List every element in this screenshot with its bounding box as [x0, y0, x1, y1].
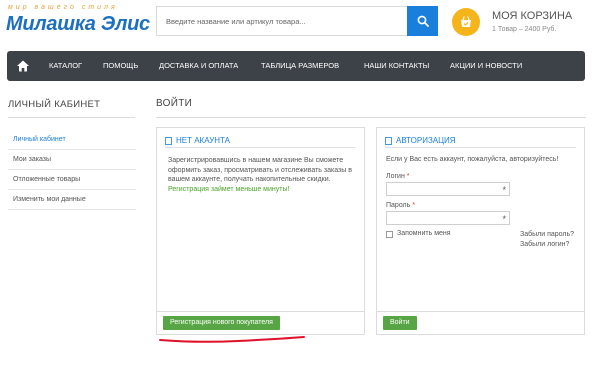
password-label: Пароль *: [386, 202, 415, 209]
logo-name: Милашка Элис: [6, 13, 150, 35]
search-bar: [156, 6, 438, 36]
cart-button[interactable]: [452, 8, 480, 36]
register-panel-footer: Регистрация нового покупателя: [157, 311, 364, 334]
register-highlight: Регистрация займет меньше минуты!: [168, 185, 290, 193]
login-label-text: Логин: [386, 173, 405, 180]
page-title-divider: [156, 117, 586, 118]
register-description: Зарегистрировавшись в нашем магазине Вы …: [168, 156, 358, 194]
password-field-mark: *: [502, 214, 506, 224]
register-panel-header: НЕТ АКАУНТА: [165, 136, 356, 148]
login-label: Логин *: [386, 173, 410, 180]
register-button[interactable]: Регистрация нового покупателя: [163, 316, 280, 330]
login-intro: Если у Вас есть аккаунт, пожалуйста, авт…: [386, 156, 559, 163]
login-field-mark: *: [502, 185, 506, 195]
document-icon: [165, 137, 172, 145]
required-mark: *: [406, 173, 410, 180]
password-label-text: Пароль: [386, 202, 411, 209]
register-text: Зарегистрировавшись в нашем магазине Вы …: [168, 157, 352, 183]
register-panel: НЕТ АКАУНТА Зарегистрировавшись в нашем …: [156, 127, 365, 335]
logo-tagline: мир вашего стиля: [8, 4, 118, 11]
search-input[interactable]: [157, 7, 407, 35]
home-icon[interactable]: [16, 59, 30, 73]
login-button[interactable]: Войти: [383, 316, 417, 330]
main-nav: КАТАЛОГ ПОМОЩЬ ДОСТАВКА И ОПЛАТА ТАБЛИЦА…: [7, 51, 585, 81]
nav-delivery[interactable]: ДОСТАВКА И ОПЛАТА: [159, 51, 238, 81]
forgot-login-link[interactable]: Забыли логин?: [520, 241, 569, 248]
nav-help[interactable]: ПОМОЩЬ: [103, 51, 138, 81]
login-panel-footer: Войти: [377, 311, 584, 334]
login-heading: АВТОРИЗАЦИЯ: [396, 136, 456, 145]
annotation-underline: [159, 336, 305, 343]
document-icon: [385, 137, 392, 145]
login-panel-header: АВТОРИЗАЦИЯ: [385, 136, 576, 148]
register-heading: НЕТ АКАУНТА: [176, 136, 231, 145]
sidebar-divider: [8, 117, 135, 118]
sidebar-title: ЛИЧНЫЙ КАБИНЕТ: [8, 99, 101, 110]
cart-title[interactable]: МОЯ КОРЗИНА: [492, 10, 572, 22]
remember-me-label[interactable]: Запомнить меня: [397, 230, 451, 237]
nav-size-table[interactable]: ТАБЛИЦА РАЗМЕРОВ: [261, 51, 339, 81]
nav-promotions[interactable]: АКЦИИ И НОВОСТИ: [450, 51, 522, 81]
login-input[interactable]: *: [386, 182, 510, 196]
site-logo[interactable]: мир вашего стиля Милашка Элис: [6, 4, 150, 44]
cart-summary: 1 Товар – 2400 Руб.: [492, 26, 557, 33]
search-icon: [417, 15, 429, 27]
remember-me-checkbox[interactable]: [386, 231, 393, 238]
required-mark: *: [412, 202, 415, 209]
login-panel: АВТОРИЗАЦИЯ Если у Вас есть аккаунт, пож…: [376, 127, 585, 335]
sidebar-item-saved[interactable]: Отложенные товары: [8, 170, 136, 190]
sidebar-item-orders[interactable]: Мои заказы: [8, 150, 136, 170]
page-title: ВОЙТИ: [156, 98, 193, 109]
sidebar-item-edit-data[interactable]: Изменить мои данные: [8, 190, 136, 210]
nav-catalog[interactable]: КАТАЛОГ: [49, 51, 82, 81]
basket-icon: [461, 16, 471, 27]
sidebar-item-account[interactable]: Личный кабинет: [8, 130, 136, 150]
search-button[interactable]: [407, 6, 438, 36]
password-input[interactable]: *: [386, 211, 510, 225]
forgot-password-link[interactable]: Забыли пароль?: [520, 231, 574, 238]
nav-contacts[interactable]: НАШИ КОНТАКТЫ: [364, 51, 429, 81]
